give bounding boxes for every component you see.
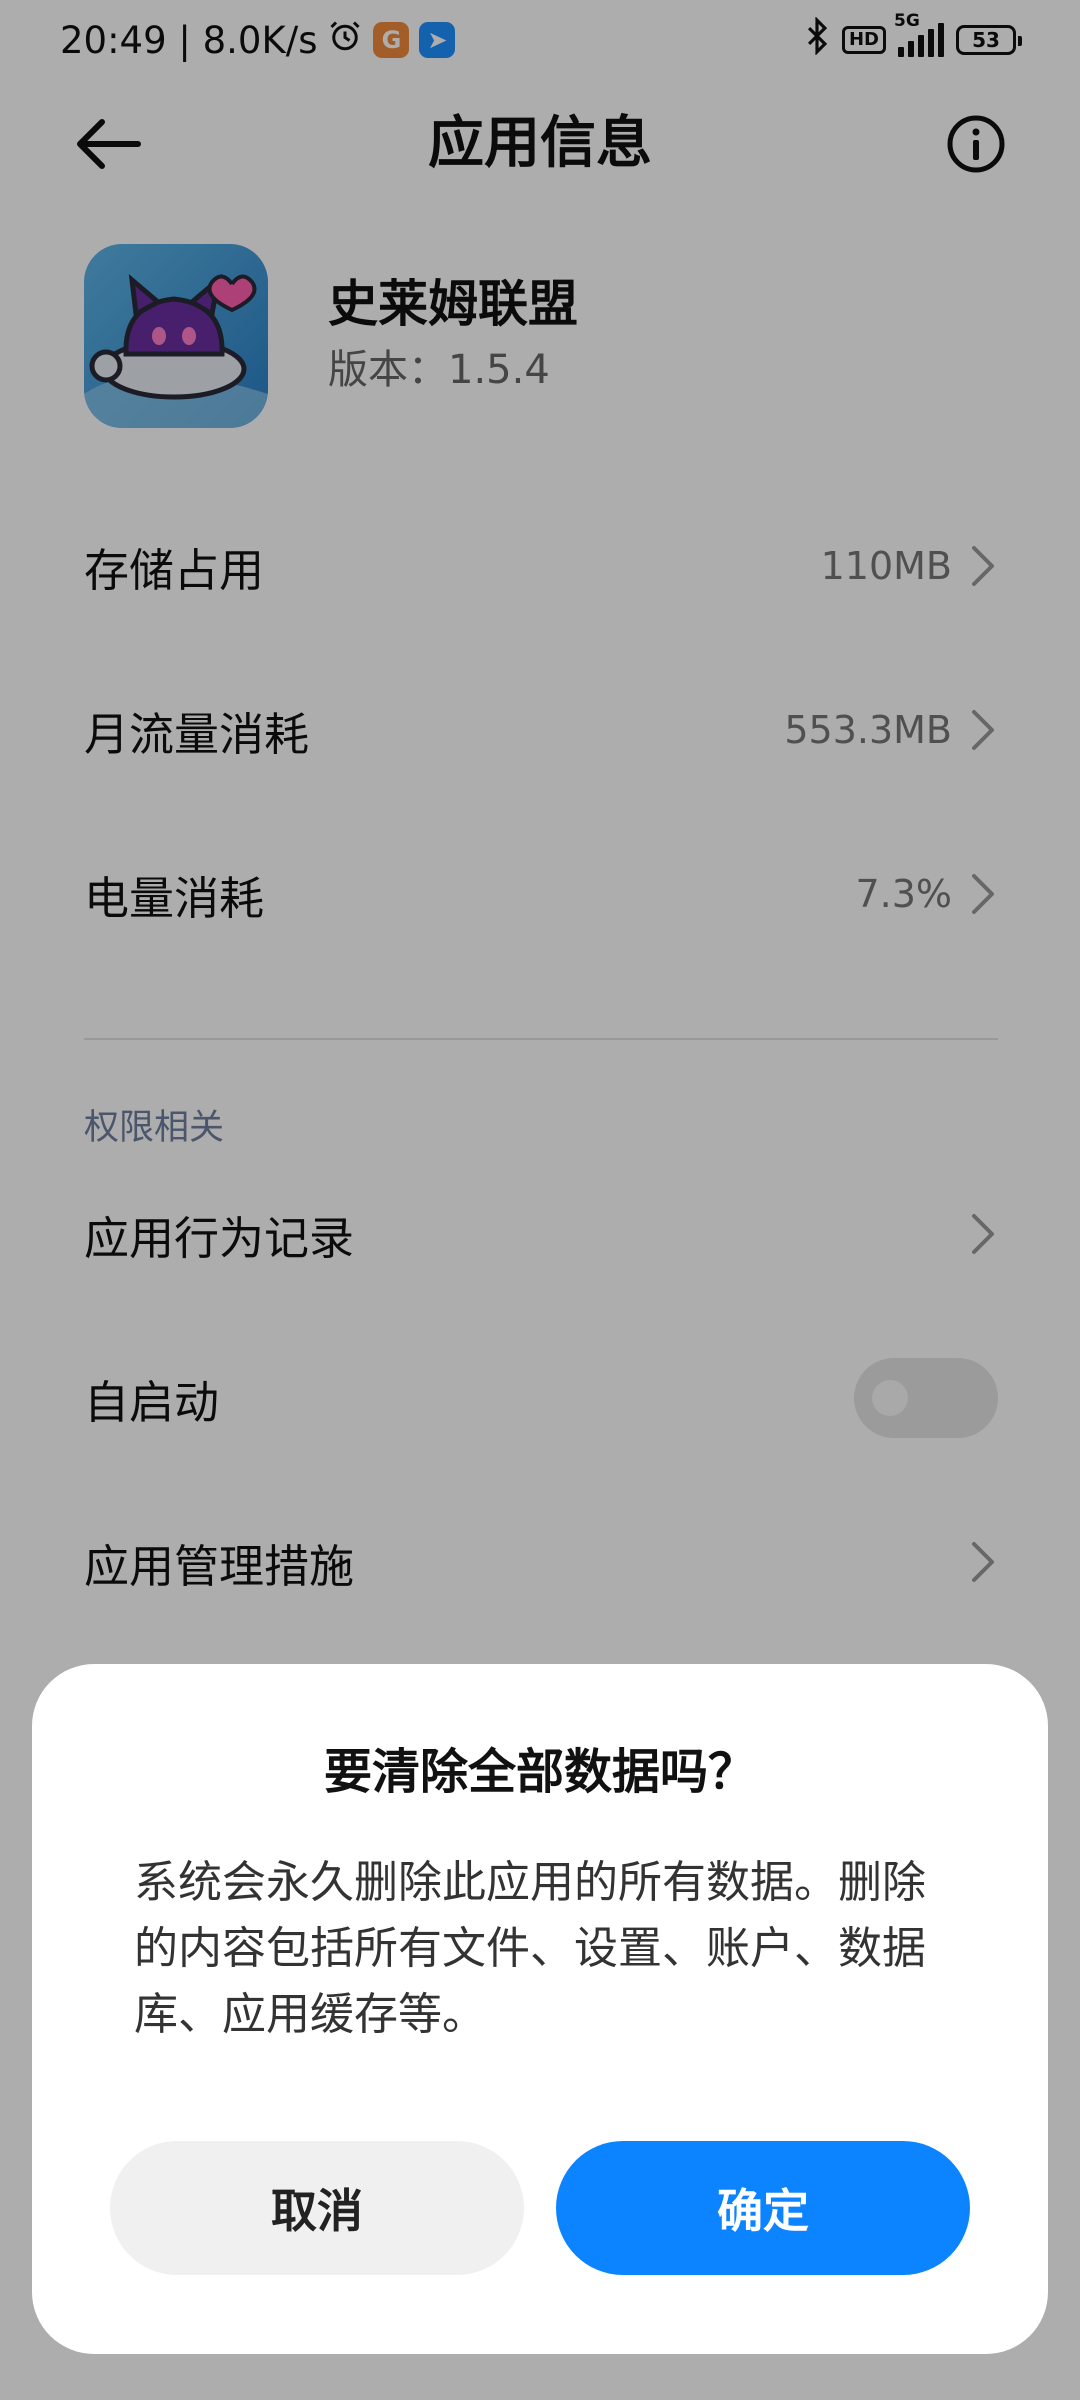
clear-data-dialog: 要清除全部数据吗？ 系统会永久删除此应用的所有数据。删除的内容包括所有文件、设置… (32, 1664, 1048, 2354)
dialog-message: 系统会永久删除此应用的所有数据。删除的内容包括所有文件、设置、账户、数据库、应用… (134, 1857, 926, 2040)
confirm-button[interactable]: 确定 (556, 2141, 970, 2275)
dialog-title: 要清除全部数据吗？ (323, 1744, 756, 1800)
cancel-button[interactable]: 取消 (110, 2141, 524, 2275)
